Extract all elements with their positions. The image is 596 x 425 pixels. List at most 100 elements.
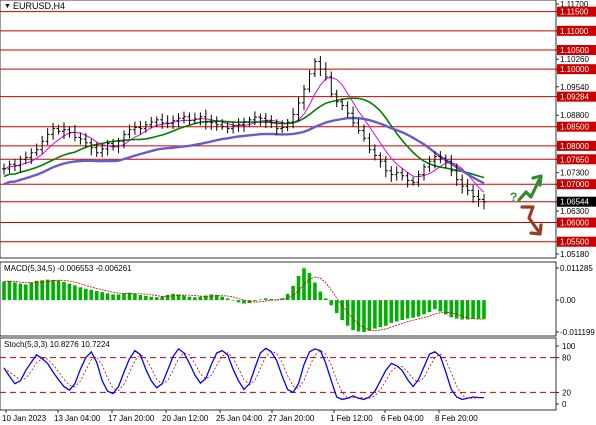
macd-bar: [438, 300, 443, 312]
macd-bar: [73, 285, 77, 301]
time-label: 20 Jan 12:00: [162, 414, 209, 423]
time-label: 1 Feb 12:00: [330, 414, 373, 423]
macd-bar: [100, 292, 104, 301]
stoch-axis-label: 80: [562, 354, 571, 363]
macd-bar: [307, 273, 312, 301]
symbol-title: ▼ EURUSD,H4: [4, 1, 65, 11]
macd-bar: [182, 295, 186, 301]
macd-bar: [105, 293, 110, 301]
macd-bar: [427, 300, 432, 313]
macd-bar: [253, 300, 257, 302]
time-label: 10 Jan 2023: [2, 414, 47, 423]
macd-bar: [416, 300, 421, 317]
stoch-axis-label: 100: [562, 342, 576, 351]
macd-bar: [171, 293, 175, 301]
macd-bar: [351, 300, 355, 331]
macd-bar: [94, 291, 99, 301]
macd-bar: [34, 280, 39, 301]
macd-bar: [384, 300, 388, 326]
macd-bar: [122, 293, 126, 301]
price-label: 1.09540: [560, 83, 589, 92]
macd-bar: [62, 281, 66, 301]
macd-bar: [454, 300, 459, 319]
macd-bar: [400, 300, 404, 321]
macd-bar: [405, 300, 410, 319]
macd-bar: [116, 294, 121, 301]
macd-bar: [29, 282, 34, 301]
macd-bar: [193, 297, 197, 301]
macd-bar: [296, 275, 301, 301]
macd-bar: [89, 289, 94, 301]
price-label: 1.06300: [560, 207, 589, 216]
price-label: 1.08500: [560, 123, 589, 132]
macd-bar: [187, 296, 192, 301]
macd-bar: [84, 288, 88, 301]
symbol-label: EURUSD,H4: [12, 1, 65, 11]
macd-label: MACD(5,34,5) -0.006553 -0.006261: [4, 264, 132, 273]
macd-bar: [154, 297, 159, 301]
price-label: 1.05500: [560, 238, 589, 247]
macd-bar: [51, 279, 55, 301]
macd-bar: [291, 285, 295, 301]
macd-bar: [367, 300, 372, 331]
macd-bar: [56, 280, 61, 301]
price-label: 1.08000: [560, 142, 589, 151]
macd-bar: [362, 300, 366, 333]
macd-bar: [465, 300, 470, 320]
macd-bar: [411, 300, 415, 318]
chart-canvas: 1.117001.115001.110001.105001.102601.100…: [0, 0, 596, 423]
macd-bar: [264, 298, 268, 301]
price-label: 1.07650: [560, 155, 589, 164]
stoch-axis-label: 0: [562, 400, 567, 409]
price-axis: 1.117001.115001.110001.105001.102601.100…: [556, 0, 596, 259]
macd-bar: [198, 296, 203, 301]
macd-bar: [471, 300, 475, 319]
macd-bar: [165, 294, 170, 301]
price-label: 1.11500: [560, 8, 589, 17]
price-label: 1.07300: [560, 169, 589, 178]
macd-bar: [209, 294, 214, 301]
macd-bar: [111, 294, 115, 301]
macd-bar: [138, 294, 143, 301]
time-label: 13 Jan 04:00: [54, 414, 101, 423]
macd-bar: [160, 296, 164, 301]
price-label: 1.05180: [560, 250, 589, 259]
time-label: 8 Feb 20:00: [435, 414, 478, 423]
time-label: 6 Feb 04:00: [381, 414, 424, 423]
macd-bar: [334, 300, 339, 313]
macd-bar: [422, 300, 426, 315]
stoch-axis-label: 20: [562, 388, 571, 397]
price-label: 1.06000: [560, 219, 589, 228]
time-label: 25 Jan 04:00: [216, 414, 263, 423]
macd-bar: [318, 291, 323, 301]
macd-bar: [476, 300, 481, 319]
price-label: 1.10500: [560, 46, 589, 55]
macd-bar: [378, 300, 383, 328]
price-label: 1.10000: [560, 65, 589, 74]
macd-bar: [225, 298, 230, 301]
macd-bar: [482, 300, 486, 319]
macd-bar: [231, 300, 235, 301]
macd-bar: [133, 293, 137, 301]
macd-axis-label: -0.011199: [560, 328, 595, 337]
macd-bar: [313, 282, 317, 301]
price-label: 1.08800: [560, 111, 589, 120]
macd-bar: [433, 300, 437, 310]
macd-bar: [324, 298, 328, 301]
price-label: 1.06544: [560, 198, 589, 207]
macd-bar: [220, 296, 224, 301]
macd-bar: [45, 279, 50, 301]
stoch-label: Stoch(5,3,3) 10.8276 10.7224: [4, 340, 110, 349]
price-label: 1.11000: [560, 27, 589, 36]
macd-axis-label: 0.00: [560, 296, 576, 305]
price-label: 1.07000: [560, 180, 589, 189]
macd-bar: [340, 300, 344, 321]
macd-bar: [356, 300, 361, 332]
price-label: 1.10260: [560, 55, 589, 64]
macd-bar: [236, 300, 241, 303]
macd-bar: [67, 283, 72, 301]
macd-panel: [0, 261, 557, 337]
macd-bar: [78, 287, 83, 301]
question-mark: ?: [510, 190, 517, 204]
dropdown-triangle-icon[interactable]: ▼: [4, 3, 11, 10]
